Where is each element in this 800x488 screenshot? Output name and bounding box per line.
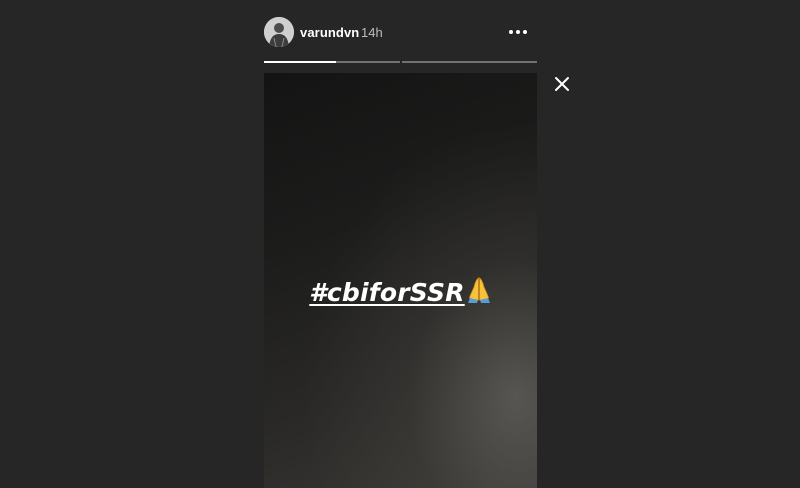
story-header: varundvn 14h xyxy=(264,17,537,49)
progress-segment xyxy=(264,61,400,63)
caption-text: #cbiforSSR xyxy=(309,278,465,307)
username[interactable]: varundvn xyxy=(300,25,359,40)
progress-fill xyxy=(264,61,336,63)
close-icon xyxy=(555,77,569,91)
post-timestamp: 14h xyxy=(361,25,383,40)
more-options-icon xyxy=(509,30,527,34)
story-content[interactable]: #cbiforSSR xyxy=(264,73,537,488)
story-progress-bar xyxy=(264,61,537,63)
folded-hands-icon xyxy=(466,276,492,309)
avatar[interactable] xyxy=(264,17,294,47)
progress-segment xyxy=(401,61,537,63)
more-options-button[interactable] xyxy=(503,21,533,43)
profile-avatar-icon xyxy=(264,17,294,47)
close-button[interactable] xyxy=(552,74,572,94)
story-viewer: varundvn 14h #cbiforSSR xyxy=(0,0,800,488)
story-caption: #cbiforSSR xyxy=(264,276,537,309)
